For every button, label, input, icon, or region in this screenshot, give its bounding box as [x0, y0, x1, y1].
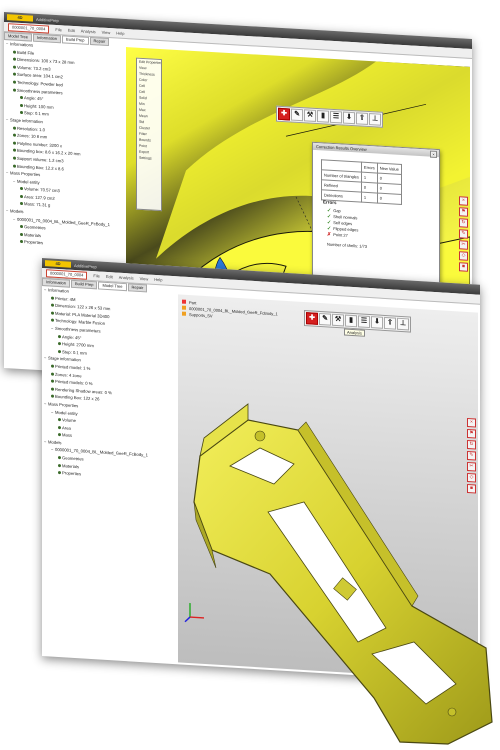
app-logo: 4D — [7, 14, 33, 22]
color-swatch-icon — [182, 305, 186, 310]
tag-icon[interactable]: ◇ — [459, 251, 468, 261]
lock-icon[interactable]: ■ — [459, 262, 468, 272]
view-tools: × ⚑ ↻ ✎ ✂ ◇ ■ — [459, 196, 468, 272]
menu-view[interactable]: View — [102, 30, 111, 35]
tree-item-label: Properties — [62, 470, 82, 477]
scene-legend: Part 0000001_70_0004_BL_Molded_GeeR_FcBod… — [182, 299, 278, 323]
wrench-icon[interactable]: ⚒ — [332, 313, 344, 327]
results-table: Errors New Value Number of triangles 1 0… — [321, 159, 402, 205]
close-icon[interactable]: × — [459, 196, 468, 206]
error-check-list: ✓ Gap ✓ Shell normals ✓ Self edges ✓ Flipped ed… — [327, 208, 358, 240]
export-icon[interactable]: ⇧ — [356, 112, 368, 125]
tree-item-label: Mass — [62, 432, 73, 439]
errors-heading: Errors — [323, 199, 337, 206]
layers-icon[interactable]: ☰ — [358, 315, 370, 329]
properties-panel[interactable]: Edit Properties View Thickness Color Cell Cel… — [136, 57, 162, 212]
menu-analysis[interactable]: Analysis — [81, 28, 96, 34]
menu-edit[interactable]: Edit — [106, 274, 113, 279]
chart-icon[interactable]: ▮ — [317, 110, 329, 123]
menu-view[interactable]: View — [140, 276, 149, 282]
legend-label: Part — [189, 299, 197, 305]
layers-icon[interactable]: ☰ — [330, 110, 342, 124]
cut-icon[interactable]: ✂ — [459, 240, 468, 250]
property-item[interactable]: Settings — [137, 155, 161, 162]
menu-file[interactable]: File — [55, 27, 61, 32]
toolbar-tooltip: Analysis — [344, 328, 365, 337]
app-title: AdditivePrep — [74, 262, 97, 269]
shell-summary: Number of shells: 1/73 — [327, 241, 368, 249]
dialog-close-button[interactable]: × — [430, 150, 437, 158]
menu-analysis[interactable]: Analysis — [119, 275, 134, 281]
tool-icon[interactable]: ✎ — [319, 312, 331, 326]
model-tree: − Informations Build File Dimensions: 100 x… — [6, 40, 124, 252]
check-label: Point 27 — [333, 231, 348, 238]
menu-edit[interactable]: Edit — [68, 28, 75, 33]
color-swatch-icon — [182, 311, 186, 316]
model-tree: − Information Printer: 4M Dimension: 122 x … — [44, 286, 176, 484]
legend-label: Supports_SV — [189, 311, 213, 318]
tool-icon[interactable]: ✎ — [291, 108, 303, 122]
download-icon[interactable]: ⬇ — [371, 316, 383, 329]
tree-item-label: Properties — [24, 239, 44, 246]
pin-icon[interactable]: ⊥ — [369, 113, 381, 126]
app-title: AdditivePrep — [36, 16, 59, 23]
add-icon[interactable]: ✚ — [306, 312, 318, 325]
table-cell: 1 — [361, 192, 378, 204]
tree-item-label: Mass: 71.31 g — [24, 201, 51, 209]
flag-icon[interactable]: ⚑ — [459, 207, 468, 217]
menu-help[interactable]: Help — [116, 30, 124, 35]
3d-part-model — [193, 403, 493, 745]
menu-file[interactable]: File — [93, 273, 99, 278]
error-x-icon: ✗ — [327, 231, 332, 238]
wrench-icon[interactable]: ⚒ — [304, 109, 316, 122]
menu-help[interactable]: Help — [154, 277, 162, 283]
download-icon[interactable]: ⬇ — [343, 111, 355, 125]
color-swatch-icon — [182, 299, 186, 304]
file-tab[interactable]: 0000001_70_0004 — [8, 22, 50, 34]
app-logo: 4D — [45, 260, 71, 268]
export-icon[interactable]: ⇧ — [384, 316, 396, 330]
add-icon[interactable]: ✚ — [278, 107, 290, 121]
edit-icon[interactable]: ✎ — [459, 229, 468, 239]
table-cell: 0 — [377, 193, 402, 205]
rotate-icon[interactable]: ↻ — [459, 218, 468, 228]
pin-icon[interactable]: ⊥ — [397, 317, 409, 331]
chart-icon[interactable]: ▮ — [345, 314, 357, 328]
